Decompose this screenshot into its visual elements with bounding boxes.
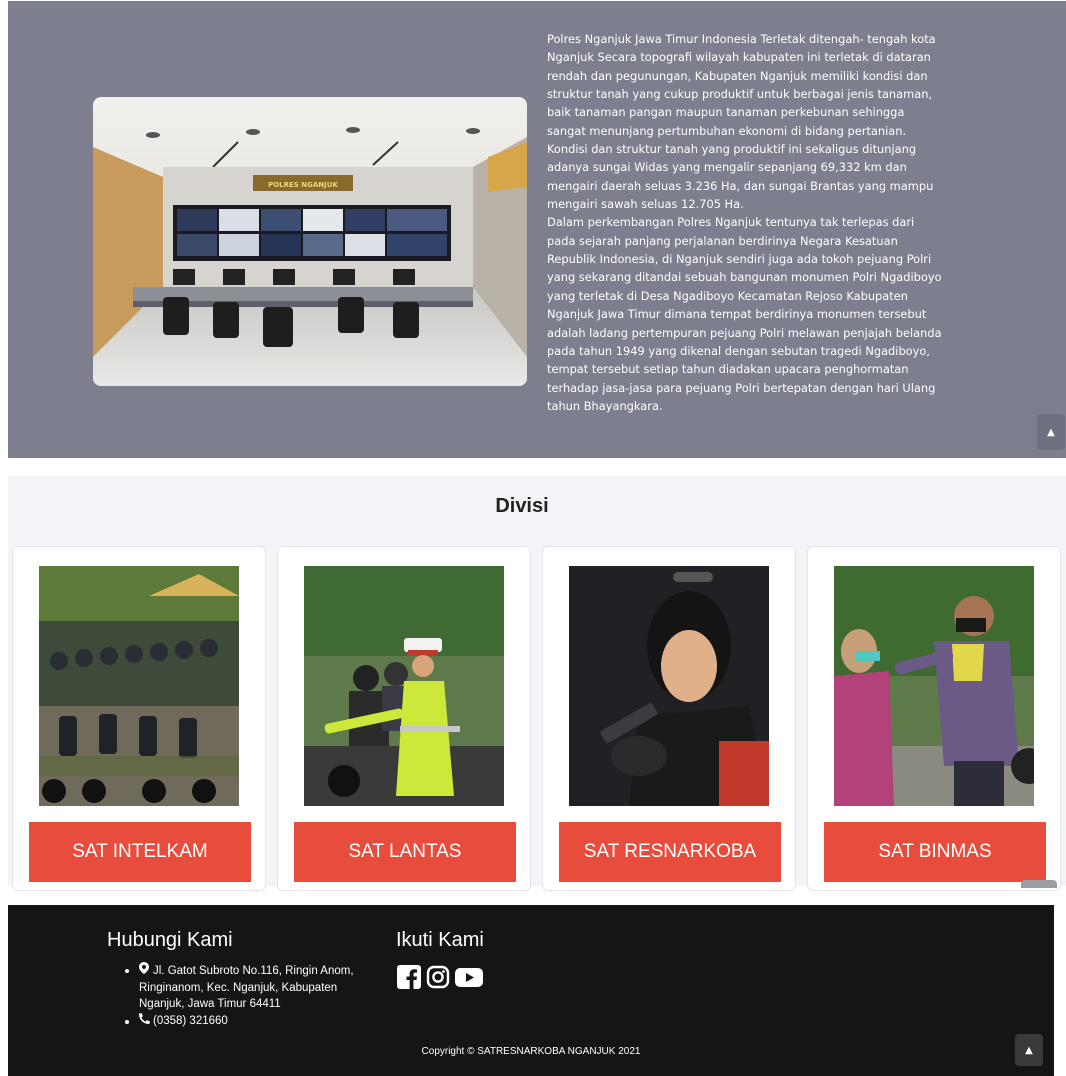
- chevron-up-icon: ▲: [1025, 1044, 1033, 1056]
- contact-address: Jl. Gatot Subroto No.116, Ringin Anom, R…: [139, 965, 354, 1010]
- sat-binmas-button[interactable]: SAT BINMAS: [824, 822, 1046, 882]
- instagram-icon[interactable]: [426, 965, 450, 989]
- sat-lantas-button[interactable]: SAT LANTAS: [294, 822, 516, 882]
- sat-intelkam-button[interactable]: SAT INTELKAM: [29, 822, 251, 882]
- about-paragraph-1: Polres Nganjuk Jawa Timur Indonesia Terl…: [547, 32, 936, 212]
- about-section: POLRES NGANJUK Polres Nganjuk Jawa Timur…: [8, 1, 1066, 458]
- command-center-photo: POLRES NGANJUK: [93, 97, 527, 386]
- division-card-resnarkoba: SAT RESNARKOBA: [542, 546, 796, 891]
- facebook-icon[interactable]: [397, 965, 421, 989]
- photo-sign-text: POLRES NGANJUK: [268, 181, 338, 189]
- scroll-indicator: [1021, 880, 1057, 888]
- phone-icon: [138, 1012, 151, 1030]
- contact-list: Jl. Gatot Subroto No.116, Ringin Anom, R…: [125, 962, 377, 1029]
- back-to-top-button[interactable]: ▲: [1015, 1034, 1043, 1066]
- division-card-lantas: SAT LANTAS: [277, 546, 531, 891]
- scroll-to-top-button[interactable]: ▲: [1037, 414, 1065, 450]
- lantas-photo: [304, 566, 504, 806]
- social-links: [397, 965, 483, 989]
- contact-title: Hubungi Kami: [107, 929, 233, 951]
- divisi-section: Divisi SAT INTELKAM SAT LANTAS SAT RESNA…: [8, 476, 1066, 891]
- chevron-up-icon: ▲: [1047, 426, 1055, 438]
- footer: Hubungi Kami Jl. Gatot Subroto No.116, R…: [8, 905, 1054, 1076]
- copyright-text: Copyright © SATRESNARKOBA NGANJUK 2021: [421, 1046, 641, 1057]
- contact-phone-item: (0358) 321660: [125, 1012, 377, 1030]
- follow-title: Ikuti Kami: [396, 929, 484, 951]
- resnarkoba-photo: [569, 566, 769, 806]
- about-description: Polres Nganjuk Jawa Timur Indonesia Terl…: [547, 30, 945, 415]
- intelkam-photo: [39, 566, 239, 806]
- about-paragraph-2: Dalam perkembangan Polres Nganjuk tentun…: [547, 215, 942, 413]
- divisi-title: Divisi: [495, 495, 549, 517]
- youtube-icon[interactable]: [455, 965, 483, 989]
- division-card-intelkam: SAT INTELKAM: [12, 546, 266, 891]
- contact-address-item: Jl. Gatot Subroto No.116, Ringin Anom, R…: [125, 962, 377, 1013]
- division-card-binmas: SAT BINMAS: [807, 546, 1061, 891]
- map-marker-icon: [139, 962, 151, 980]
- contact-phone: (0358) 321660: [153, 1014, 228, 1027]
- sat-resnarkoba-button[interactable]: SAT RESNARKOBA: [559, 822, 781, 882]
- binmas-photo: [834, 566, 1034, 806]
